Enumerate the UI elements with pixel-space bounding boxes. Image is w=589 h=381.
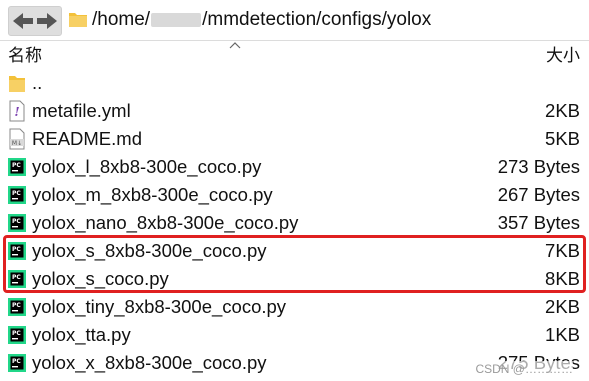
pycharm-file-icon: PC [7,156,27,178]
file-name: yolox_s_8xb8-300e_coco.py [32,240,267,261]
file-name: README.md [32,128,142,149]
file-name: yolox_x_8xb8-300e_coco.py [32,352,267,373]
file-row[interactable]: PC yolox_s_8xb8-300e_coco.py 7KB [0,237,589,265]
file-name: yolox_m_8xb8-300e_coco.py [32,184,273,205]
svg-text:PC: PC [12,274,21,281]
file-size: 273 Bytes [497,156,580,177]
file-name: yolox_l_8xb8-300e_coco.py [32,156,262,177]
file-list: ..! metafile.yml 2KB M↓ README.md 5KB PC yolox_… [0,69,589,377]
file-size: 2KB [545,100,580,121]
file-row[interactable]: PC yolox_m_8xb8-300e_coco.py 267 Bytes [0,181,589,209]
file-name: yolox_s_coco.py [32,268,169,289]
column-size-header[interactable]: 大小 [546,45,580,67]
svg-text:!: ! [14,105,19,119]
back-forward-button[interactable] [8,6,62,36]
sort-ascending-icon [229,42,241,49]
file-row[interactable]: PC yolox_nano_8xb8-300e_coco.py 357 Bytes [0,209,589,237]
path-prefix: /home/ [92,9,151,30]
back-forward-arrows-icon [13,13,57,29]
file-size: 357 Bytes [497,212,580,233]
file-size: 7KB [545,240,580,261]
pycharm-file-icon: PC [7,184,27,206]
file-row[interactable]: M↓ README.md 5KB [0,125,589,153]
file-row[interactable]: PC yolox_l_8xb8-300e_coco.py 273 Bytes [0,153,589,181]
file-row[interactable]: PC yolox_s_coco.py 8KB [0,265,589,293]
yml-file-icon: ! [7,100,27,122]
pycharm-file-icon: PC [7,324,27,346]
svg-text:PC: PC [12,162,21,169]
path-text[interactable]: /home/ /mmdetection/configs/yolox [92,6,431,34]
file-size: 8KB [545,268,580,289]
address-bar: /home/ /mmdetection/configs/yolox [0,0,589,41]
file-size: 2KB [545,296,580,317]
file-size: 5KB [545,128,580,149]
file-row[interactable]: .. [0,69,589,97]
file-name: .. [32,72,43,93]
svg-text:PC: PC [12,302,21,309]
svg-text:PC: PC [12,246,21,253]
pycharm-file-icon: PC [7,296,27,318]
file-name: yolox_nano_8xb8-300e_coco.py [32,212,299,233]
file-name: yolox_tiny_8xb8-300e_coco.py [32,296,287,317]
file-size: 1KB [545,324,580,345]
file-name: metafile.yml [32,100,131,121]
pycharm-file-icon: PC [7,240,27,262]
folder-icon [69,13,87,27]
watermark: CSDN @………… [475,361,573,377]
column-header: 名称 大小 [0,41,589,69]
svg-text:PC: PC [12,190,21,197]
file-size: 267 Bytes [497,184,580,205]
column-name-header[interactable]: 名称 [8,45,42,67]
svg-text:PC: PC [12,330,21,337]
file-row[interactable]: PC yolox_tta.py 1KB [0,321,589,349]
pycharm-file-icon: PC [7,268,27,290]
redacted-username [151,12,202,27]
markdown-file-icon: M↓ [7,128,27,150]
folder-icon [7,72,27,94]
svg-text:PC: PC [12,218,21,225]
pycharm-file-icon: PC [7,352,27,374]
file-name: yolox_tta.py [32,324,131,345]
file-row[interactable]: ! metafile.yml 2KB [0,97,589,125]
file-row[interactable]: PC yolox_tiny_8xb8-300e_coco.py 2KB [0,293,589,321]
pycharm-file-icon: PC [7,212,27,234]
svg-text:M↓: M↓ [12,140,22,147]
svg-text:PC: PC [12,358,21,365]
path-suffix: /mmdetection/configs/yolox [202,9,432,30]
